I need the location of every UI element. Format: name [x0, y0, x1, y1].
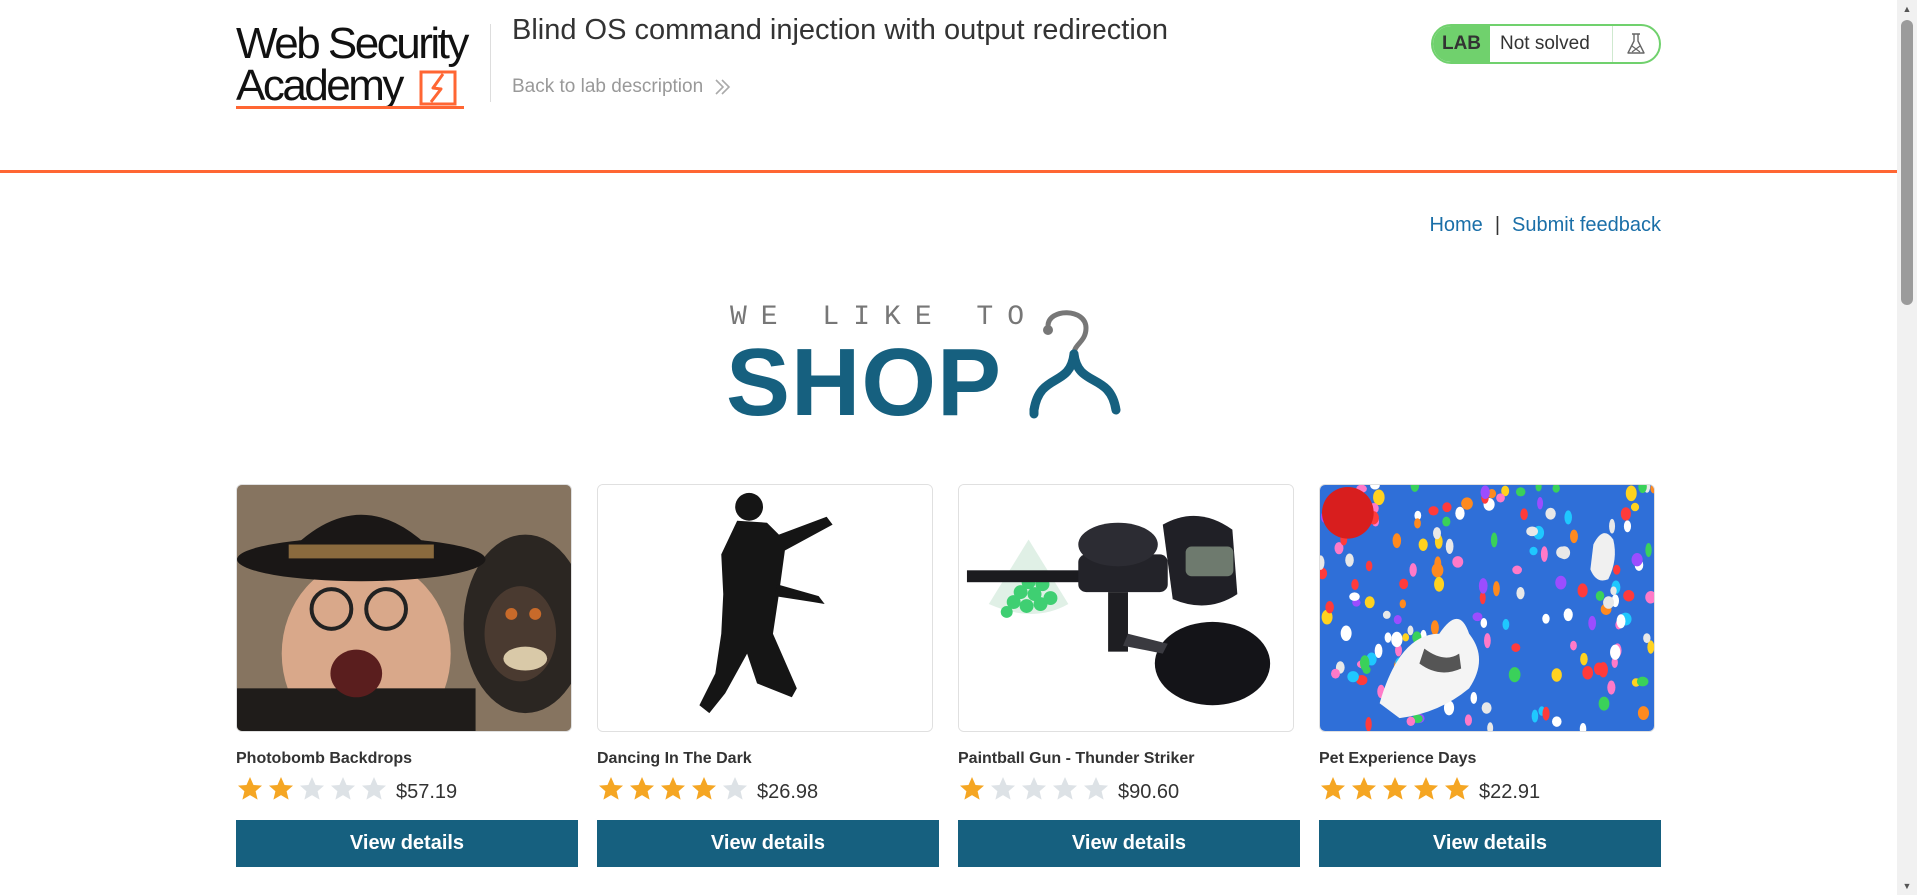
product-card: Paintball Gun - Thunder Striker $90.60 V… — [958, 484, 1300, 867]
photobomb-image[interactable] — [236, 484, 572, 732]
logo-text-line1: Web Security — [236, 19, 469, 68]
top-navigation: Home | Submit feedback — [1429, 214, 1661, 237]
logo-underline — [236, 106, 464, 109]
star-empty-icon — [723, 777, 747, 800]
star-empty-icon — [1084, 777, 1108, 800]
star-empty-icon — [362, 777, 386, 800]
star-filled-icon — [269, 777, 293, 800]
shop-logo-word: SHOP — [726, 329, 1003, 436]
star-filled-icon — [238, 777, 262, 800]
view-details-button[interactable]: View details — [597, 820, 939, 867]
star-empty-icon — [1053, 777, 1077, 800]
page-scrollbar[interactable]: ▲ ▼ — [1897, 0, 1917, 895]
product-image-art — [1320, 485, 1654, 731]
star-rating — [958, 775, 1110, 803]
web-security-academy-logo[interactable]: Web Security Academy — [236, 22, 486, 114]
scrollbar-thumb[interactable] — [1901, 20, 1913, 305]
lab-badge: LAB — [1433, 26, 1490, 62]
product-price: $57.19 — [396, 780, 458, 803]
academy-header: Web Security Academy Blind OS command in… — [0, 0, 1897, 173]
logo-text-line2: Academy — [236, 61, 404, 110]
star-filled-icon — [661, 777, 685, 800]
back-to-lab-description-link[interactable]: Back to lab description — [512, 76, 731, 98]
star-empty-icon — [991, 777, 1015, 800]
star-filled-icon — [692, 777, 716, 800]
flask-icon — [1627, 33, 1645, 54]
star-rating — [236, 775, 388, 803]
product-price: $26.98 — [757, 780, 819, 803]
nav-separator: | — [1494, 214, 1501, 236]
product-name: Photobomb Backdrops — [236, 750, 413, 767]
product-image-art — [598, 485, 932, 731]
product-image-art — [959, 485, 1293, 731]
star-filled-icon — [1445, 777, 1469, 800]
view-details-button[interactable]: View details — [1319, 820, 1661, 867]
star-empty-icon — [1022, 777, 1046, 800]
star-filled-icon — [1414, 777, 1438, 800]
product-name: Paintball Gun - Thunder Striker — [958, 750, 1195, 767]
star-filled-icon — [960, 777, 984, 800]
scroll-up-arrow-icon[interactable]: ▲ — [1897, 0, 1917, 18]
paintball-gun-image[interactable] — [958, 484, 1294, 732]
view-details-button[interactable]: View details — [958, 820, 1300, 867]
balloon-dogs-image[interactable] — [1319, 484, 1655, 732]
header-divider — [490, 24, 491, 102]
product-card: Pet Experience Days $22.91 View details — [1319, 484, 1661, 867]
star-filled-icon — [1352, 777, 1376, 800]
product-card: Dancing In The Dark $26.98 View details — [597, 484, 939, 867]
star-filled-icon — [1383, 777, 1407, 800]
lab-status-widget: LAB Not solved — [1431, 24, 1661, 64]
star-filled-icon — [1321, 777, 1345, 800]
product-price: $22.91 — [1479, 780, 1541, 803]
dancer-silhouette-image[interactable] — [597, 484, 933, 732]
view-details-button[interactable]: View details — [236, 820, 578, 867]
lab-status-text: Not solved — [1500, 33, 1590, 54]
back-link-label: Back to lab description — [512, 76, 704, 97]
product-name: Dancing In The Dark — [597, 750, 752, 767]
scroll-down-arrow-icon[interactable]: ▼ — [1897, 877, 1917, 895]
star-filled-icon — [630, 777, 654, 800]
star-empty-icon — [300, 777, 324, 800]
star-rating — [597, 775, 749, 803]
we-like-to-shop-logo: WE LIKE TO SHOP — [726, 298, 1170, 436]
product-name: Pet Experience Days — [1319, 750, 1477, 767]
product-price: $90.60 — [1118, 780, 1180, 803]
home-link[interactable]: Home — [1429, 214, 1482, 237]
product-card: Photobomb Backdrops $57.19 View details — [236, 484, 578, 867]
lab-title: Blind OS command injection with output r… — [512, 14, 1169, 46]
lab-flask-button[interactable] — [1612, 26, 1659, 62]
star-rating — [1319, 775, 1471, 803]
submit-feedback-link[interactable]: Submit feedback — [1512, 214, 1661, 237]
double-chevron-right-icon — [715, 79, 731, 95]
lightning-bolt-icon — [419, 70, 457, 106]
star-filled-icon — [599, 777, 623, 800]
clothes-hanger-icon — [1029, 310, 1121, 419]
star-empty-icon — [331, 777, 355, 800]
product-image-art — [237, 485, 571, 731]
